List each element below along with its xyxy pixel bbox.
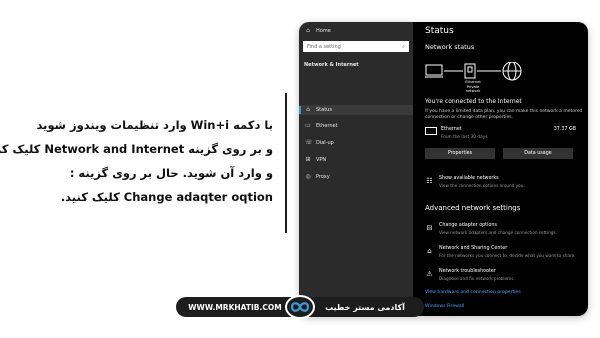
caption-line: و وارد آن شوید. حال بر روی گزینه : [69,166,273,180]
instruction-caption: با دکمه Win+i وارد تنظیمات ویندوز شوید و… [0,113,274,209]
diagram-caption: Ethernet Private network [459,80,487,94]
settings-window: ⌂ Home Find a setting ⌕ Network & Intern… [299,22,588,316]
settings-main: Status Network status Ethernet Private n… [413,22,588,316]
adapter-period: From the last 30 days [441,135,488,140]
adapter-monitor-icon [425,127,437,135]
footer-banner: WWW.MRKHATIB.COM آکادمی مستر خطیب [176,295,424,319]
website-url[interactable]: WWW.MRKHATIB.COM [176,297,294,317]
show-networks-desc: View the connection options around you. [439,183,525,188]
caption-divider [285,93,287,233]
ethernet-port-icon [464,63,476,79]
globe-icon [502,62,522,81]
sidebar-item-proxy[interactable]: ◎ Proxy [305,173,330,181]
brand-logo [285,295,315,319]
sidebar-item-vpn[interactable]: ⊞ VPN [305,156,327,164]
sidebar-item-label: Status [316,107,332,113]
sidebar-item-dialup[interactable]: ☏ Dial-up [305,139,334,147]
settings-sidebar: ⌂ Home Find a setting ⌕ Network & Intern… [299,22,413,316]
metered-note: If you have a limited data plan, you can… [425,109,583,120]
sidebar-item-label: Ethernet [316,123,338,129]
sidebar-home-label: Home [316,28,331,34]
adapter-usage: 37.37 GB [553,127,576,132]
adapter-name: Ethernet [441,127,462,132]
caption-line: Change adaqter oqtion کلیک کنید. [60,190,273,204]
proxy-icon: ◎ [305,173,311,180]
search-input[interactable]: Find a setting ⌕ [303,41,409,52]
troubleshooter-link[interactable]: Network troubleshooter [439,269,496,274]
troubleshooter-desc: Diagnose and fix network problems. [439,276,515,281]
sidebar-item-label: VPN [316,157,327,163]
home-icon: ⌂ [306,27,310,34]
connected-status: You're connected to the Internet [425,98,522,105]
data-usage-button[interactable]: Data usage [503,148,573,159]
sidebar-item-label: Dial-up [316,140,334,146]
adapter-options-icon: ⊟ [426,224,433,232]
sharing-center-icon: ⌂ [427,247,432,255]
properties-button[interactable]: Properties [425,148,495,159]
wifi-icon: ☷ [426,177,433,185]
vpn-icon: ⊞ [305,156,311,163]
diagram-label-network: Private network [465,84,481,94]
windows-firewall-link[interactable]: Windows Firewall [425,304,464,309]
infinity-logo-icon [290,302,310,312]
brand-name: آکادمی مستر خطیب [306,297,424,317]
caption-line: با دکمه Win+i وارد تنظیمات ویندوز شوید [36,118,274,132]
search-icon: ⌕ [402,43,405,50]
sharing-center-desc: For the networks you connect to, decide … [439,253,576,258]
hardware-properties-link[interactable]: View hardware and connection properties [425,290,521,295]
show-networks-link[interactable]: Show available networks [439,176,499,181]
sidebar-home[interactable]: ⌂ Home [305,27,331,35]
sidebar-item-label: Proxy [316,174,330,180]
caption-line: و بر روی گزینه Network and Internet کلیک… [0,142,273,156]
sharing-center-link[interactable]: Network and Sharing Center [439,246,507,251]
search-placeholder: Find a setting [307,43,341,50]
network-status-heading: Network status [425,43,475,51]
page-title: Status [425,26,454,36]
ethernet-icon: ▭ [305,122,311,129]
sidebar-section-title: Network & Internet [304,62,359,68]
sidebar-item-status[interactable]: ⌂ Status [305,106,332,114]
change-adapter-options-link[interactable]: Change adapter options [439,223,497,228]
advanced-settings-heading: Advanced network settings [425,204,521,212]
dialup-icon: ☏ [305,139,313,146]
computer-icon [425,64,443,78]
change-adapter-desc: View network adapters and change connect… [439,230,557,235]
status-icon: ⌂ [306,106,310,113]
sidebar-item-ethernet[interactable]: ▭ Ethernet [305,122,338,130]
warning-icon: ⚠ [426,270,433,278]
